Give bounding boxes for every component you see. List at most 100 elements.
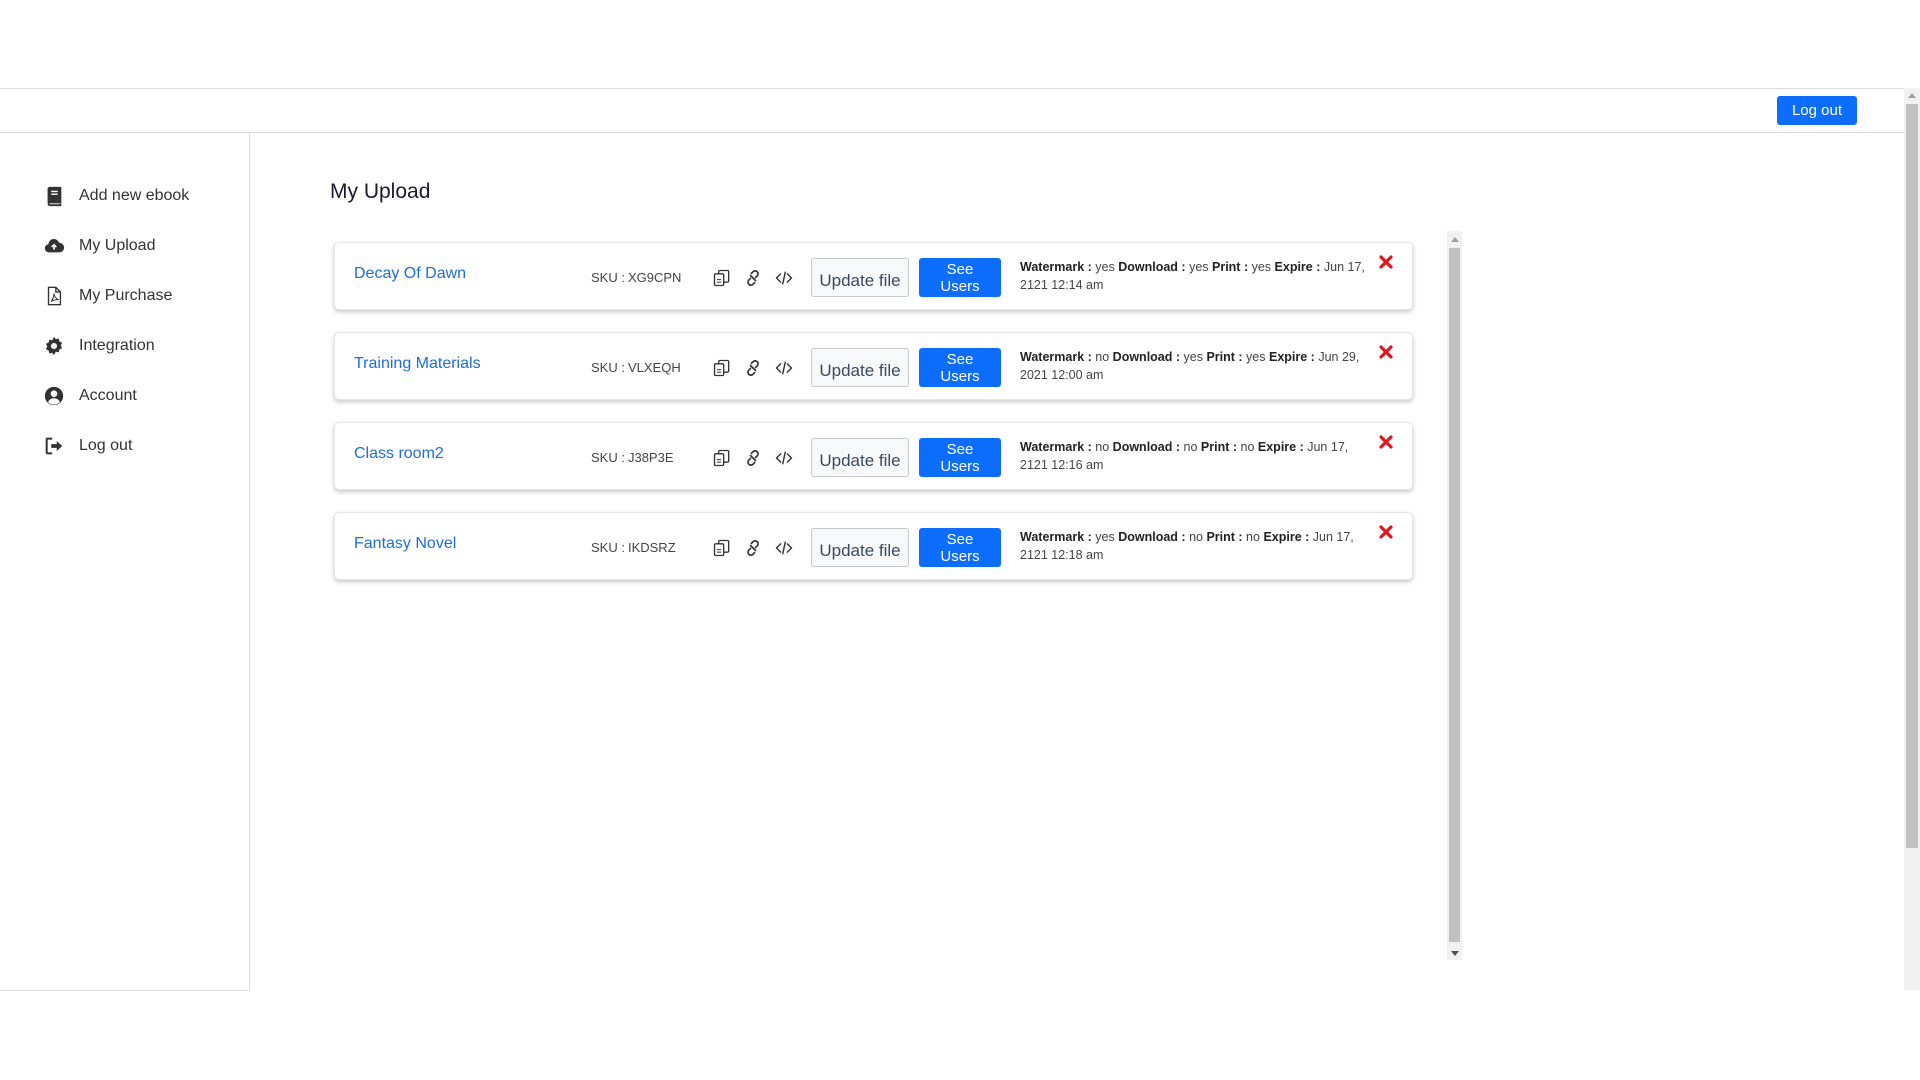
sidebar-item-label: Add new ebook [79,187,190,204]
sidebar-item-integration[interactable]: Integration [43,331,155,361]
delete-icon[interactable] [1376,522,1396,542]
sidebar-item-my-upload[interactable]: My Upload [43,231,155,261]
scroll-up-arrow-icon[interactable] [1451,237,1459,242]
download-value: yes [1183,350,1203,364]
link-icon[interactable] [742,357,764,379]
sku-value: J38P3E [627,450,674,465]
print-value: yes [1251,260,1272,274]
expire-label: Expire : [1263,530,1310,544]
delete-icon[interactable] [1376,432,1396,452]
upload-permissions: Watermark : no Download : yes Print : ye… [1020,348,1370,384]
expire-label: Expire : [1257,440,1304,454]
link-icon[interactable] [742,267,764,289]
sidebar-item-label: My Purchase [79,287,173,304]
copy-icon[interactable] [711,447,733,469]
sku-value: XG9CPN [627,270,682,285]
page-scrollbar-thumb[interactable] [1906,104,1918,848]
print-value: no [1246,530,1260,544]
upload-title-link[interactable]: Training Materials [354,355,481,373]
update-file-button[interactable]: Update file [811,528,909,567]
download-value: no [1189,530,1203,544]
sku-text: SKU : XG9CPN [591,270,681,285]
list-scrollbar[interactable] [1447,231,1462,960]
gear-icon [43,335,65,357]
top-bar: Log out [0,88,1904,133]
watermark-value: no [1095,440,1110,454]
sku-value: VLXEQH [627,360,681,375]
sku-text: SKU : IKDSRZ [591,540,676,555]
upload-permissions: Watermark : yes Download : no Print : no… [1020,528,1370,564]
upload-title-link[interactable]: Fantasy Novel [354,535,456,553]
see-users-button[interactable]: See Users [919,258,1001,297]
user-circle-icon [43,385,65,407]
sku-label: SKU : [591,270,625,285]
print-value: no [1240,440,1255,454]
print-label: Print : [1212,260,1249,274]
see-users-button[interactable]: See Users [919,348,1001,387]
upload-title-link[interactable]: Class room2 [354,445,444,463]
sidebar-item-label: Integration [79,337,155,354]
logout-button[interactable]: Log out [1777,96,1857,125]
delete-icon[interactable] [1376,342,1396,362]
book-icon [43,185,65,207]
copy-icon[interactable] [711,537,733,559]
page-title: My Upload [330,180,431,203]
sku-label: SKU : [591,450,625,465]
link-icon[interactable] [742,447,764,469]
code-icon[interactable] [773,267,795,289]
update-file-button[interactable]: Update file [811,438,909,477]
link-icon[interactable] [742,537,764,559]
page-scroll-up-arrow-icon[interactable] [1908,93,1916,98]
watermark-value: yes [1095,260,1115,274]
sidebar-item-label: Log out [79,437,133,454]
sidebar: Add new ebook My Upload My Purchase Inte… [0,132,250,991]
upload-card: Training Materials SKU : VLXEQH Update fi… [334,332,1413,400]
copy-icon[interactable] [711,267,733,289]
sidebar-item-account[interactable]: Account [43,381,137,411]
upload-permissions: Watermark : no Download : no Print : no … [1020,438,1370,474]
delete-icon[interactable] [1376,252,1396,272]
copy-icon[interactable] [711,357,733,379]
watermark-label: Watermark : [1020,440,1092,454]
sidebar-item-label: My Upload [79,237,156,254]
watermark-value: yes [1095,530,1115,544]
watermark-label: Watermark : [1020,530,1092,544]
print-label: Print : [1206,530,1243,544]
sidebar-item-add-new-ebook[interactable]: Add new ebook [43,181,189,211]
update-file-button[interactable]: Update file [811,348,909,387]
sku-text: SKU : J38P3E [591,450,674,465]
sku-value: IKDSRZ [627,540,676,555]
pdf-file-icon [43,285,65,307]
sku-text: SKU : VLXEQH [591,360,681,375]
update-file-button[interactable]: Update file [811,258,909,297]
upload-permissions: Watermark : yes Download : yes Print : y… [1020,258,1370,294]
code-icon[interactable] [773,447,795,469]
print-label: Print : [1200,440,1238,454]
download-value: no [1183,440,1198,454]
upload-card: Fantasy Novel SKU : IKDSRZ Update file Se… [334,512,1413,580]
download-label: Download : [1112,350,1181,364]
cloud-upload-icon [43,235,65,257]
watermark-label: Watermark : [1020,260,1092,274]
expire-label: Expire : [1274,260,1321,274]
upload-card: Decay Of Dawn SKU : XG9CPN Update file Se… [334,242,1413,310]
see-users-button[interactable]: See Users [919,528,1001,567]
sku-label: SKU : [591,360,625,375]
sidebar-item-log-out[interactable]: Log out [43,431,132,461]
watermark-label: Watermark : [1020,350,1092,364]
sign-out-icon [43,435,65,457]
see-users-button[interactable]: See Users [919,438,1001,477]
print-label: Print : [1206,350,1243,364]
page-scrollbar[interactable] [1904,88,1920,990]
code-icon[interactable] [773,357,795,379]
download-label: Download : [1118,260,1186,274]
scrollbar-thumb[interactable] [1449,248,1460,942]
sidebar-item-label: Account [79,387,137,404]
download-value: yes [1189,260,1209,274]
code-icon[interactable] [773,537,795,559]
download-label: Download : [1118,530,1186,544]
upload-title-link[interactable]: Decay Of Dawn [354,265,466,283]
scroll-down-arrow-icon[interactable] [1451,951,1459,956]
watermark-value: no [1095,350,1110,364]
sidebar-item-my-purchase[interactable]: My Purchase [43,281,172,311]
